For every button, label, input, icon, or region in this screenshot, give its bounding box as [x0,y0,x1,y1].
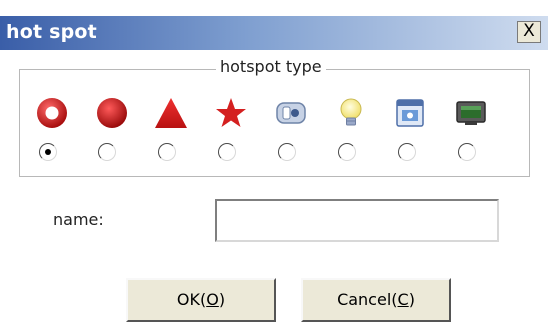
ok-label-prefix: OK( [176,290,207,309]
dialog-title: hot spot [6,21,97,43]
monitor-icon[interactable] [453,96,489,130]
hotspot-type-radio-6[interactable] [338,143,356,161]
red-triangle-icon[interactable] [153,96,189,130]
window-icon[interactable] [392,96,428,130]
red-star-icon[interactable] [213,96,249,130]
ok-label-suffix: ) [218,290,226,309]
cancel-label-prefix: Cancel( [337,290,398,309]
name-input[interactable] [215,199,499,242]
camera-icon[interactable] [273,96,309,130]
hotspot-type-legend: hotspot type [216,57,326,76]
name-label: name: [53,210,104,229]
hotspot-type-radio-1[interactable] [39,143,57,161]
ok-mnemonic: O [206,290,219,309]
hotspot-type-radio-3[interactable] [158,143,176,161]
hot-spot-dialog: hot spot X hotspot type name: OK(O) Canc… [0,0,548,334]
hotspot-type-radio-4[interactable] [218,143,236,161]
light-bulb-icon[interactable] [333,96,369,130]
ok-button[interactable]: OK(O) [126,278,276,322]
cancel-mnemonic: C [397,290,409,309]
hotspot-type-radio-8[interactable] [458,143,476,161]
hotspot-type-radio-2[interactable] [98,143,116,161]
hotspot-type-radio-7[interactable] [398,143,416,161]
close-button[interactable]: X [517,21,541,43]
hotspot-type-radio-5[interactable] [278,143,296,161]
red-ring-icon[interactable] [34,96,70,130]
cancel-button[interactable]: Cancel(C) [301,278,451,322]
cancel-label-suffix: ) [408,290,415,309]
red-circle-icon[interactable] [94,96,130,130]
close-icon: X [523,21,535,41]
title-bar[interactable]: hot spot X [0,16,548,50]
